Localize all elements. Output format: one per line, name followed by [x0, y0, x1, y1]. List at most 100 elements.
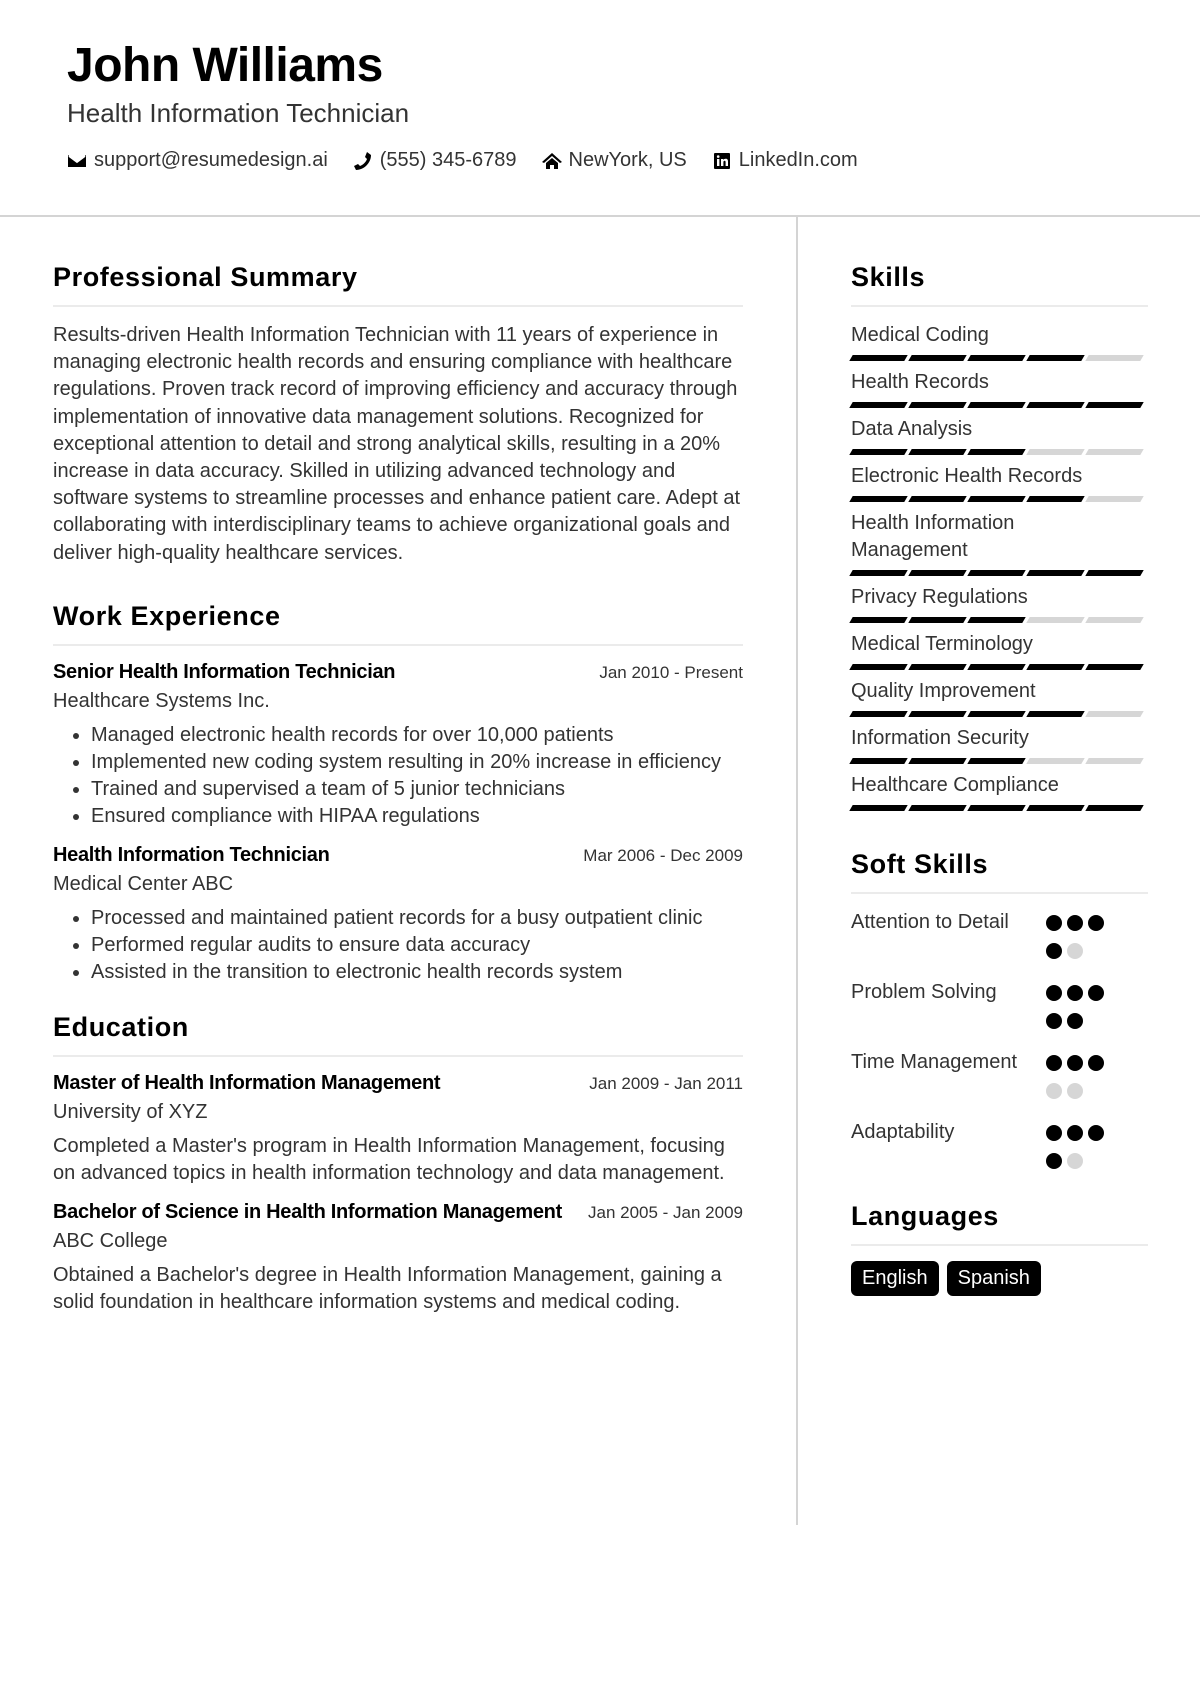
job-role: Senior Health Information Technician [53, 660, 396, 683]
rating-dot-filled [1046, 943, 1062, 959]
skill-level-segment-filled [908, 449, 967, 455]
rating-dot-filled [1088, 1125, 1104, 1141]
contact-email-text: support@resumedesign.ai [94, 149, 328, 171]
job-bullets: Processed and maintained patient records… [53, 905, 743, 986]
skill-level-segment-filled [1026, 570, 1085, 576]
skill-level-bar [849, 711, 1148, 717]
skill-level-bar [849, 805, 1148, 811]
skill-item: Healthcare Compliance [849, 772, 1148, 811]
soft-skill-name: Time Management [851, 1051, 1017, 1073]
contact-linkedin[interactable]: LinkedIn.com [712, 149, 858, 172]
work-section: Work Experience Senior Health Informatio… [53, 601, 743, 986]
contact-location: NewYork, US [541, 149, 687, 172]
skill-level-segment-filled [967, 355, 1026, 361]
skill-level-segment-filled [1085, 805, 1144, 811]
skill-level-segment-filled [908, 805, 967, 811]
soft-skill-item: Problem Solving [851, 979, 1148, 1041]
rating-dot-filled [1067, 915, 1083, 931]
education-date: Jan 2005 - Jan 2009 [587, 1202, 743, 1222]
soft-skill-rating [1046, 1119, 1126, 1181]
skill-level-bar [849, 449, 1148, 455]
skill-level-segment-filled [967, 711, 1026, 717]
skill-level-segment-filled [908, 711, 967, 717]
contact-email[interactable]: support@resumedesign.ai [67, 149, 328, 172]
skill-level-segment-filled [967, 664, 1026, 670]
languages-section: Languages English Spanish [851, 1201, 1148, 1296]
job-bullet: Ensured compliance with HIPAA regulation… [91, 803, 743, 830]
skill-level-segment-filled [849, 711, 908, 717]
skills-heading: Skills [851, 262, 1148, 307]
skill-level-segment-filled [967, 402, 1026, 408]
skill-level-bar [849, 664, 1148, 670]
soft-skills-heading: Soft Skills [851, 849, 1148, 894]
contact-list: support@resumedesign.ai (555) 345-6789 N… [67, 149, 883, 172]
soft-skill-item: Adaptability [851, 1119, 1148, 1181]
skill-level-bar [849, 355, 1148, 361]
education-description: Obtained a Bachelor's degree in Health I… [53, 1263, 722, 1313]
skill-level-segment-filled [908, 496, 967, 502]
rating-dot-filled [1046, 985, 1062, 1001]
skill-level-segment-filled [849, 617, 908, 623]
skill-level-segment-filled [849, 805, 908, 811]
skill-level-segment-empty [1085, 711, 1144, 717]
soft-skill-name: Adaptability [851, 1121, 955, 1143]
education-description: Completed a Master's program in Health I… [53, 1134, 725, 1184]
skill-level-segment-filled [1026, 711, 1085, 717]
skills-section: Skills Medical Coding Health Records Data … [849, 262, 1148, 811]
skill-level-segment-filled [1026, 402, 1085, 408]
skill-item: Medical Coding [849, 322, 1148, 361]
skill-level-bar [849, 758, 1148, 764]
skill-level-segment-filled [849, 496, 908, 502]
skill-name: Quality Improvement [851, 680, 1036, 702]
job-bullets: Managed electronic health records for ov… [53, 722, 743, 830]
skill-name: Data Analysis [851, 418, 973, 440]
skill-level-bar [849, 402, 1148, 408]
candidate-title: Health Information Technician [67, 98, 410, 128]
work-heading: Work Experience [53, 601, 743, 646]
job-bullet: Assisted in the transition to electronic… [91, 959, 743, 986]
contact-phone[interactable]: (555) 345-6789 [353, 149, 517, 172]
contact-linkedin-text: LinkedIn.com [738, 149, 858, 171]
job-bullet: Managed electronic health records for ov… [91, 722, 743, 749]
linkedin-icon [713, 152, 730, 169]
skill-level-segment-filled [1026, 355, 1085, 361]
rating-dot-filled [1088, 1055, 1104, 1071]
skill-level-bar [849, 570, 1148, 576]
skill-name: Medical Terminology [851, 633, 1033, 655]
main-column: Professional Summary Results-driven Heal… [53, 262, 743, 1330]
soft-skill-name: Attention to Detail [851, 911, 1009, 933]
skill-level-segment-empty [1085, 617, 1144, 623]
skills-list: Medical Coding Health Records Data Analysi… [849, 322, 1148, 811]
soft-skill-rating [1046, 909, 1126, 971]
side-column: Skills Medical Coding Health Records Data … [849, 262, 1148, 1296]
contact-phone-text: (555) 345-6789 [379, 149, 517, 171]
column-divider [796, 217, 798, 1525]
skill-level-segment-filled [849, 449, 908, 455]
school-name: ABC College [53, 1229, 168, 1252]
job-bullet: Implemented new coding system resulting … [91, 749, 743, 776]
education-heading: Education [53, 1012, 743, 1057]
job-bullet: Performed regular audits to ensure data … [91, 932, 743, 959]
phone-icon [353, 151, 371, 170]
languages-heading: Languages [851, 1201, 1148, 1246]
language-badge: Spanish [946, 1261, 1041, 1296]
rating-dot-filled [1067, 1125, 1083, 1141]
skill-level-segment-empty [1085, 496, 1144, 502]
skill-item: Data Analysis [849, 416, 1148, 455]
home-icon [541, 152, 562, 169]
rating-dot-filled [1046, 1125, 1062, 1141]
summary-section: Professional Summary Results-driven Heal… [53, 262, 743, 567]
skill-level-segment-empty [1026, 617, 1085, 623]
skill-level-segment-filled [967, 496, 1026, 502]
summary-text: Results-driven Health Information Techni… [53, 324, 741, 564]
skill-level-segment-filled [967, 805, 1026, 811]
soft-skill-item: Time Management [851, 1049, 1148, 1111]
skill-name: Healthcare Compliance [851, 774, 1059, 796]
soft-skill-rating [1046, 1049, 1126, 1111]
skill-name: Electronic Health Records [851, 465, 1083, 487]
school-name: University of XYZ [53, 1100, 208, 1123]
skill-level-bar [849, 496, 1148, 502]
job-company: Healthcare Systems Inc. [53, 689, 270, 712]
job-entry: Senior Health Information Technician Jan… [53, 661, 743, 830]
rating-dot-filled [1088, 915, 1104, 931]
